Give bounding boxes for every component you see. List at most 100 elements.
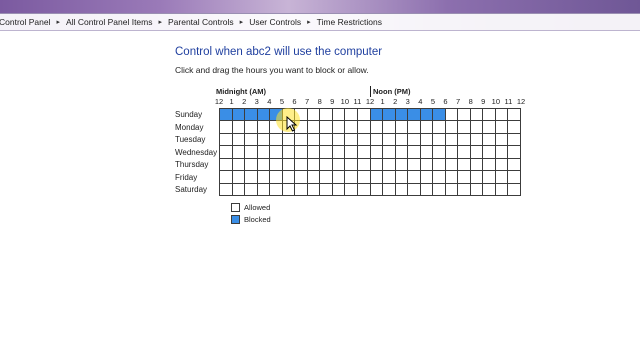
hour-cell[interactable] [508,146,521,159]
hour-cell[interactable] [357,121,371,134]
hour-cell[interactable] [257,158,271,172]
hour-cell[interactable] [420,133,434,147]
hour-cell[interactable] [395,146,409,159]
hour-cell[interactable] [220,146,233,159]
hour-cell[interactable] [307,146,321,159]
hour-cell[interactable] [495,146,509,159]
breadcrumb-time-restrictions[interactable]: Time Restrictions [316,17,383,27]
hour-cell[interactable] [495,171,509,184]
hour-cell[interactable] [220,171,233,184]
hour-cell[interactable] [483,146,496,159]
hour-cell[interactable] [220,183,233,196]
hour-cell[interactable] [408,121,421,134]
hour-cell[interactable] [357,158,371,172]
hour-cell[interactable] [458,158,471,172]
hour-cell[interactable] [420,121,434,134]
hour-cell[interactable] [245,171,258,184]
hour-cell[interactable] [470,171,484,184]
hour-cell[interactable] [458,121,471,134]
hour-cell[interactable] [320,133,333,147]
hour-cell[interactable] [245,133,258,147]
hour-cell[interactable] [495,133,509,147]
hour-cell[interactable] [295,171,308,184]
hour-cell[interactable] [483,121,496,134]
hour-cell[interactable] [370,171,384,184]
hour-cell[interactable] [370,146,384,159]
hour-cell[interactable] [470,158,484,172]
hour-cell[interactable] [470,133,484,147]
hour-cell[interactable] [420,146,434,159]
hour-cell[interactable] [307,158,321,172]
hour-cell[interactable] [282,133,296,147]
hour-cell[interactable] [245,121,258,134]
hour-cell[interactable] [445,109,459,122]
hour-cell[interactable] [257,121,271,134]
hour-cell[interactable] [433,121,446,134]
hour-cell[interactable] [395,133,409,147]
hour-cell[interactable] [357,109,371,122]
hour-cell[interactable] [270,109,283,122]
hour-cell[interactable] [408,133,421,147]
hour-cell[interactable] [433,171,446,184]
hour-cell[interactable] [232,109,246,122]
hour-cell[interactable] [483,183,496,196]
hour-cell[interactable] [345,158,358,172]
hour-cell[interactable] [470,121,484,134]
hour-cell[interactable] [495,183,509,196]
hour-cell[interactable] [383,171,396,184]
hour-cell[interactable] [408,158,421,172]
hour-cell[interactable] [332,183,346,196]
hour-cell[interactable] [270,171,283,184]
hour-cell[interactable] [345,146,358,159]
hour-cell[interactable] [470,146,484,159]
hour-cell[interactable] [508,171,521,184]
hour-cell[interactable] [307,171,321,184]
hour-cell[interactable] [370,158,384,172]
hour-cell[interactable] [458,109,471,122]
hour-cell[interactable] [508,133,521,147]
hour-cell[interactable] [395,121,409,134]
hour-cell[interactable] [357,146,371,159]
hour-cell[interactable] [508,121,521,134]
hour-cell[interactable] [332,133,346,147]
hour-cell[interactable] [332,121,346,134]
hour-cell[interactable] [245,158,258,172]
hour-cell[interactable] [483,171,496,184]
hour-cell[interactable] [370,183,384,196]
hour-cell[interactable] [320,121,333,134]
hour-cell[interactable] [445,171,459,184]
breadcrumb[interactable]: Control Panel ▸ All Control Panel Items … [0,13,640,31]
hour-cell[interactable] [295,133,308,147]
hour-cell[interactable] [232,121,246,134]
hour-cell[interactable] [445,133,459,147]
hour-cell[interactable] [445,146,459,159]
hour-cell[interactable] [307,109,321,122]
hour-cell[interactable] [345,121,358,134]
hour-cell[interactable] [433,133,446,147]
hour-cell[interactable] [357,133,371,147]
hour-cell[interactable] [232,146,246,159]
hour-cell[interactable] [395,171,409,184]
hour-cell[interactable] [257,109,271,122]
hour-cell[interactable] [232,183,246,196]
hour-cell[interactable] [470,109,484,122]
hour-cell[interactable] [345,171,358,184]
hour-cell[interactable] [270,183,283,196]
breadcrumb-separator-icon[interactable]: ▸ [153,18,167,26]
breadcrumb-all-items[interactable]: All Control Panel Items [65,17,153,27]
hour-cell[interactable] [295,146,308,159]
hour-cell[interactable] [270,146,283,159]
hour-cell[interactable] [282,146,296,159]
hour-cell[interactable] [282,121,296,134]
hour-cell[interactable] [320,158,333,172]
hour-cell[interactable] [245,146,258,159]
hour-cell[interactable] [307,183,321,196]
hour-cell[interactable] [433,183,446,196]
hour-cell[interactable] [220,133,233,147]
hour-cell[interactable] [495,121,509,134]
hour-cell[interactable] [508,183,521,196]
breadcrumb-separator-icon[interactable]: ▸ [302,18,316,26]
hour-cell[interactable] [420,109,434,122]
breadcrumb-separator-icon[interactable]: ▸ [235,18,249,26]
hour-cell[interactable] [408,109,421,122]
